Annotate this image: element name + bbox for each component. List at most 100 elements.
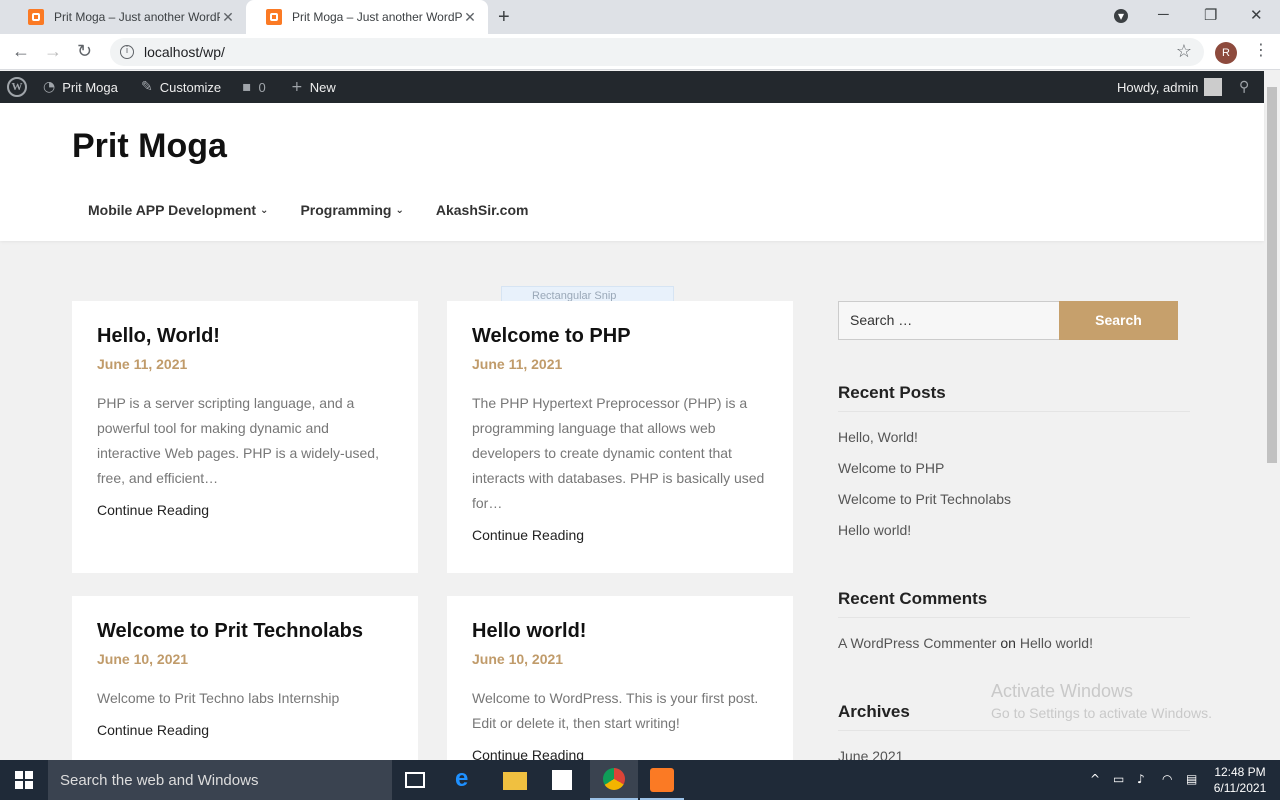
recent-post-link[interactable]: Hello world!	[838, 522, 911, 538]
clock-date: 6/11/2021	[1213, 781, 1267, 795]
admin-new[interactable]: + New	[291, 71, 336, 103]
continue-reading-link[interactable]: Continue Reading	[472, 527, 768, 543]
start-button[interactable]	[0, 760, 48, 800]
back-icon[interactable]: ←	[12, 41, 30, 62]
store-icon[interactable]	[552, 770, 572, 790]
continue-reading-link[interactable]: Continue Reading	[97, 722, 393, 738]
chrome-icon	[603, 768, 625, 790]
post-title[interactable]: Hello world!	[472, 620, 768, 643]
continue-reading-link[interactable]: Continue Reading	[97, 502, 393, 518]
plus-icon: +	[291, 79, 303, 95]
notifications-icon[interactable]: ▤	[1186, 772, 1197, 786]
post-card: Welcome to Prit Technolabs June 10, 2021…	[72, 596, 418, 760]
brush-icon: ✎	[141, 79, 153, 95]
reload-icon[interactable]: ↻	[77, 41, 92, 62]
post-excerpt: Welcome to WordPress. This is your first…	[472, 690, 759, 731]
divider	[838, 730, 1190, 731]
page-scrollbar[interactable]	[1264, 71, 1280, 760]
menu-item-akashsir[interactable]: AkashSir.com	[436, 202, 529, 218]
browser-tab[interactable]: Prit Moga – Just another WordPress site …	[8, 0, 246, 34]
admin-comments[interactable]: ▪ 0	[242, 71, 266, 103]
chevron-down-icon: ⌄	[395, 204, 404, 216]
archive-link[interactable]: June 2021	[838, 748, 903, 760]
volume-icon[interactable]: ♪	[1137, 772, 1145, 786]
menu-item-programming[interactable]: Programming ⌄	[300, 202, 403, 218]
divider	[838, 411, 1190, 412]
restore-icon[interactable]: ❐	[1204, 6, 1217, 24]
clock-time: 12:48 PM	[1214, 765, 1266, 779]
browser-tab-active[interactable]: Prit Moga – Just another WordPress site …	[246, 0, 488, 34]
post-excerpt: PHP is a server scripting language, and …	[97, 395, 379, 486]
recent-comments-title: Recent Comments	[838, 589, 988, 608]
archives-title: Archives	[838, 702, 910, 721]
browser-tab-bar: Prit Moga – Just another WordPress site …	[0, 0, 1280, 34]
profile-avatar[interactable]: R	[1215, 42, 1237, 64]
tab-search-icon[interactable]: ▾	[1114, 9, 1128, 23]
tab-title: Prit Moga – Just another WordPress site	[292, 10, 462, 24]
post-date[interactable]: June 10, 2021	[472, 651, 768, 667]
post-title[interactable]: Welcome to Prit Technolabs	[97, 620, 393, 643]
post-excerpt: The PHP Hypertext Preprocessor (PHP) is …	[472, 395, 765, 511]
post-title[interactable]: Welcome to PHP	[472, 325, 768, 348]
edge-browser-icon[interactable]: e	[455, 765, 479, 792]
taskbar-search-input[interactable]: Search the web and Windows	[48, 760, 392, 800]
admin-site-name[interactable]: ◔ Prit Moga	[43, 71, 118, 103]
admin-customize[interactable]: ✎ Customize	[141, 71, 221, 103]
post-card: Hello, World! June 11, 2021 PHP is a ser…	[72, 301, 418, 573]
comment-author-link[interactable]: A WordPress Commenter	[838, 635, 996, 651]
search-button[interactable]: Search	[1059, 301, 1178, 340]
recent-comment: A WordPress Commenter on Hello world!	[838, 635, 1093, 651]
admin-account[interactable]: Howdy, admin	[1117, 71, 1223, 103]
taskbar-clock[interactable]: 12:48 PM 6/11/2021	[1208, 764, 1272, 796]
close-tab-icon[interactable]: ✕	[462, 9, 478, 26]
comment-post-link[interactable]: Hello world!	[1020, 635, 1093, 651]
post-date[interactable]: June 11, 2021	[97, 356, 393, 372]
battery-icon[interactable]: ▭	[1113, 772, 1124, 786]
post-card: Hello world! June 10, 2021 Welcome to Wo…	[447, 596, 793, 763]
wifi-icon[interactable]: ◠	[1162, 772, 1172, 786]
task-view-icon[interactable]	[405, 772, 425, 788]
user-avatar	[1204, 78, 1223, 96]
site-header: Prit Moga Mobile APP Development ⌄ Progra…	[0, 103, 1264, 241]
comment-icon: ▪	[242, 79, 252, 95]
address-toolbar: ← → ↻ i localhost/wp/ ☆ R ⋮	[0, 34, 1280, 70]
xampp-favicon-icon	[28, 9, 44, 25]
site-info-icon[interactable]: i	[120, 45, 134, 59]
chrome-taskbar-icon[interactable]	[590, 760, 638, 800]
new-tab-icon[interactable]: +	[498, 6, 510, 29]
forward-icon[interactable]: →	[44, 41, 62, 62]
scrollbar-thumb[interactable]	[1267, 87, 1277, 463]
primary-menu: Mobile APP Development ⌄ Programming ⌄ Aka…	[88, 202, 560, 218]
tab-title: Prit Moga – Just another WordPress site	[54, 10, 220, 24]
comment-on-text: on	[1000, 635, 1016, 651]
url-text: localhost/wp/	[144, 44, 225, 60]
xampp-favicon-icon	[266, 9, 282, 25]
close-tab-icon[interactable]: ✕	[220, 9, 236, 26]
close-window-icon[interactable]: ✕	[1250, 6, 1263, 24]
file-explorer-icon[interactable]	[503, 772, 527, 790]
dashboard-icon: ◔	[43, 79, 56, 95]
site-title[interactable]: Prit Moga	[72, 127, 227, 166]
recent-post-link[interactable]: Hello, World!	[838, 429, 918, 445]
minimize-icon[interactable]: ─	[1158, 6, 1169, 23]
xampp-icon	[650, 768, 674, 792]
search-input[interactable]: Search …	[838, 301, 1060, 340]
post-title[interactable]: Hello, World!	[97, 325, 393, 348]
chevron-down-icon: ⌄	[260, 204, 269, 216]
xampp-taskbar-icon[interactable]	[640, 760, 684, 800]
wordpress-logo-icon[interactable]: W	[7, 71, 27, 103]
browser-menu-icon[interactable]: ⋮	[1253, 40, 1269, 59]
show-hidden-icons-icon[interactable]: ^	[1090, 772, 1100, 786]
post-date[interactable]: June 11, 2021	[472, 356, 768, 372]
menu-item-mobile-app[interactable]: Mobile APP Development ⌄	[88, 202, 268, 218]
post-excerpt: Welcome to Prit Techno labs Internship	[97, 690, 340, 706]
admin-search-icon[interactable]: ⚲	[1239, 71, 1256, 103]
post-card: Welcome to PHP June 11, 2021 The PHP Hyp…	[447, 301, 793, 573]
recent-post-link[interactable]: Welcome to Prit Technolabs	[838, 491, 1011, 507]
recent-post-link[interactable]: Welcome to PHP	[838, 460, 944, 476]
bookmark-star-icon[interactable]: ☆	[1176, 41, 1192, 62]
url-bar[interactable]: i localhost/wp/ ☆	[110, 38, 1204, 66]
windows-taskbar: Search the web and Windows e ^ ▭ ♪ ◠ ▤ 1…	[0, 760, 1280, 800]
wp-admin-bar: W ◔ Prit Moga ✎ Customize ▪ 0 + New Howd…	[0, 71, 1264, 103]
post-date[interactable]: June 10, 2021	[97, 651, 393, 667]
